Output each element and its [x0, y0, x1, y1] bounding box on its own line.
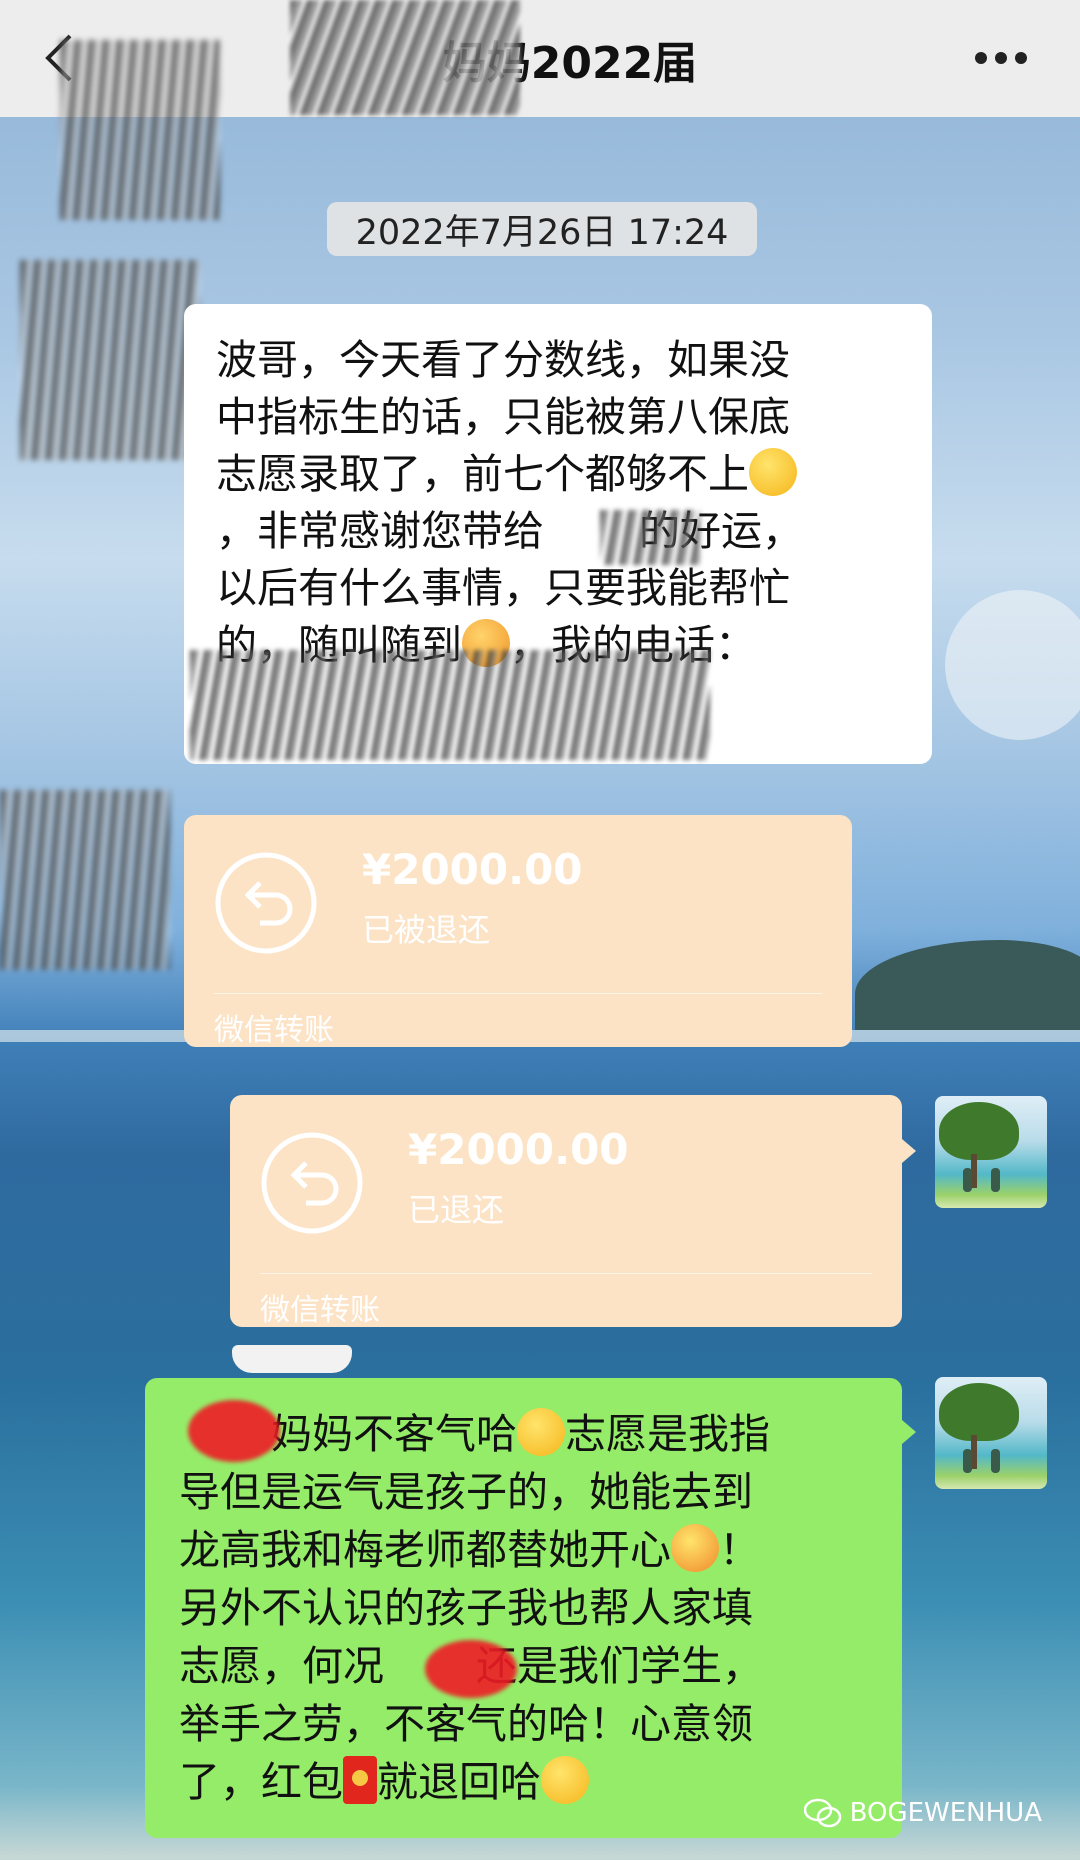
background-island — [855, 940, 1080, 1030]
more-dots-icon[interactable] — [974, 50, 1028, 66]
divider — [214, 993, 822, 994]
transfer-amount: ¥2000.00 — [362, 845, 583, 894]
transfer-label: 微信转账 — [214, 1013, 334, 1048]
bubble-tail — [902, 1420, 916, 1444]
message-line: 中指标生的话，只能被第八保底 — [216, 393, 790, 441]
transfer-label: 微信转账 — [260, 1293, 380, 1328]
divider — [260, 1273, 872, 1274]
background-cloud — [945, 590, 1080, 740]
message-line: 志愿，何况 还是我们学生， — [179, 1642, 763, 1690]
phone-number-redaction — [190, 650, 710, 760]
avatar-person — [991, 1449, 1000, 1473]
incoming-avatar-redaction — [0, 790, 170, 970]
avatar-person — [963, 1449, 972, 1473]
message-line: 另外不认识的孩子我也帮人家填 — [179, 1584, 753, 1632]
name-redaction — [600, 510, 700, 565]
grin-emoji-icon — [541, 1756, 589, 1804]
message-line: 举手之劳，不客气的哈！心意领 — [179, 1700, 753, 1748]
watermark-text: BOGEWENHUA — [849, 1798, 1042, 1828]
avatar-person — [963, 1168, 972, 1192]
grin-emoji-icon — [517, 1408, 565, 1456]
background-boat — [232, 1345, 352, 1373]
avatar-person — [991, 1168, 1000, 1192]
my-avatar[interactable] — [935, 1096, 1047, 1208]
message-line: 龙高我和梅老师都替她开心！ — [179, 1524, 760, 1574]
avatar-tree — [939, 1102, 1019, 1160]
name-redaction — [188, 1400, 280, 1462]
name-redaction — [425, 1640, 517, 1698]
transfer-amount: ¥2000.00 — [408, 1125, 629, 1174]
sweat-emoji-icon — [749, 448, 797, 496]
bubble-tail — [902, 1139, 916, 1163]
party-emoji-icon — [671, 1524, 719, 1572]
message-line: 妈妈不客气哈 志愿是我指 — [271, 1408, 770, 1458]
message-line: 志愿录取了，前七个都够不上 — [216, 446, 902, 503]
incoming-avatar-redaction — [60, 40, 220, 220]
my-avatar[interactable] — [935, 1377, 1047, 1489]
wechat-logo-icon — [803, 1798, 841, 1828]
message-line: 以后有什么事情，只要我能帮忙 — [216, 564, 790, 612]
red-envelope-icon — [343, 1756, 377, 1804]
message-line: 导但是运气是孩子的，她能去到 — [179, 1468, 753, 1516]
avatar-tree — [939, 1383, 1019, 1441]
message-line: 波哥，今天看了分数线，如果没 — [216, 336, 790, 384]
transfer-bubble-returned[interactable]: ¥2000.00 已被退还 微信转账 — [184, 815, 852, 1048]
return-arrow-icon — [215, 852, 317, 954]
watermark: BOGEWENHUA — [803, 1798, 1042, 1828]
transfer-status: 已被退还 — [362, 911, 491, 949]
return-arrow-icon — [261, 1132, 363, 1234]
transfer-status: 已退还 — [408, 1191, 505, 1229]
message-timestamp: 2022年7月26日 17:24 — [327, 202, 757, 256]
incoming-avatar-redaction — [20, 260, 200, 460]
message-line: ，非常感谢您带给 的好运， — [216, 507, 803, 555]
transfer-bubble-returned[interactable]: ¥2000.00 已退还 微信转账 — [230, 1095, 902, 1328]
message-line: 了，红包 就退回哈 — [179, 1753, 876, 1811]
title-redaction — [290, 0, 520, 115]
